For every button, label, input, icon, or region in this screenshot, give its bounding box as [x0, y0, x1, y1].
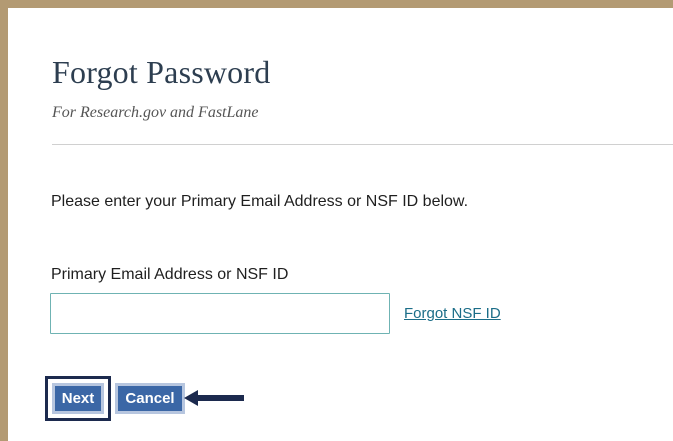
left-arrow-icon — [184, 390, 244, 406]
forgot-nsf-id-link[interactable]: Forgot NSF ID — [404, 305, 501, 322]
page-subtitle: For Research.gov and FastLane — [52, 104, 259, 121]
cancel-button[interactable]: Cancel — [115, 383, 185, 414]
next-button[interactable]: Next — [52, 383, 104, 414]
email-or-nsf-id-label: Primary Email Address or NSF ID — [51, 266, 289, 283]
page-container: Forgot Password For Research.gov and Fas… — [0, 0, 673, 441]
email-or-nsf-id-input[interactable] — [50, 293, 390, 334]
instructions-text: Please enter your Primary Email Address … — [51, 193, 469, 210]
header-divider — [52, 144, 673, 145]
page-title: Forgot Password — [52, 54, 271, 90]
